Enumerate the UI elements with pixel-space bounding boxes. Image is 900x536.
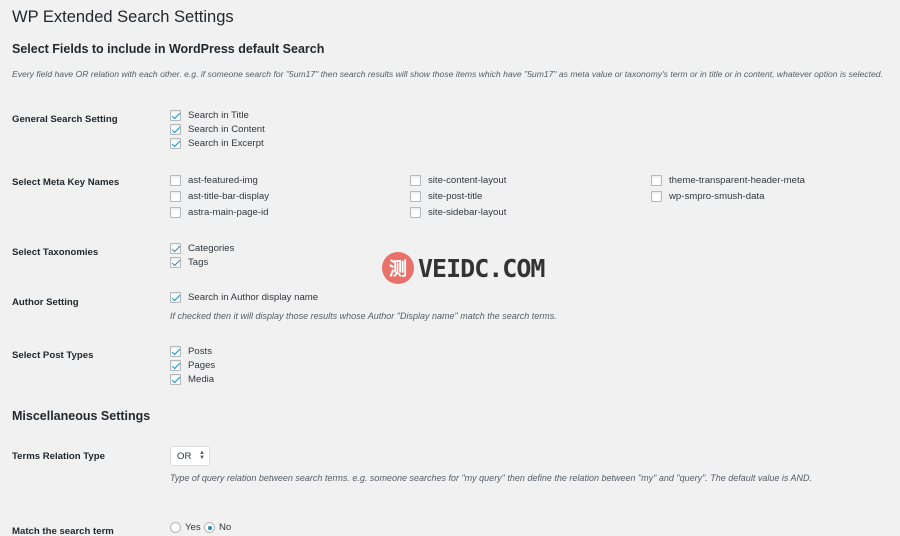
author-description: If checked then it will display those re…: [170, 311, 557, 321]
match-term-label: Match the search term: [12, 526, 114, 536]
terms-relation-label: Terms Relation Type: [12, 451, 105, 462]
checkbox-meta-site-post-title[interactable]: site-post-title: [410, 191, 482, 202]
radio-label: No: [219, 522, 232, 533]
checkbox-checked-icon[interactable]: [170, 138, 181, 149]
checkbox-meta-ast-featured-img[interactable]: ast-featured-img: [170, 175, 258, 186]
checkbox-label: site-post-title: [428, 191, 483, 202]
checkbox-label: Search in Content: [188, 124, 265, 135]
checkbox-label: Posts: [188, 346, 212, 357]
checkbox-checked-icon[interactable]: [170, 346, 181, 357]
checkbox-post-type-pages[interactable]: Pages: [170, 360, 215, 371]
section-title-misc: Miscellaneous Settings: [12, 409, 151, 423]
watermark-text: VEIDC.COM: [418, 253, 545, 283]
checkbox-checked-icon[interactable]: [170, 360, 181, 371]
checkbox-label: Tags: [188, 257, 209, 268]
checkbox-meta-ast-title-bar-display[interactable]: ast-title-bar-display: [170, 191, 269, 202]
checkbox-meta-wp-smpro-smush-data[interactable]: wp-smpro-smush-data: [651, 191, 764, 202]
terms-relation-select[interactable]: OR ▲ ▼: [170, 446, 210, 466]
checkbox-label: Categories: [188, 243, 235, 254]
checkbox-label: site-sidebar-layout: [428, 207, 507, 218]
checkbox-checked-icon[interactable]: [170, 257, 181, 268]
select-value: OR: [177, 450, 192, 462]
checkbox-unchecked-icon[interactable]: [651, 175, 662, 186]
checkbox-unchecked-icon[interactable]: [170, 207, 181, 218]
checkbox-meta-site-sidebar-layout[interactable]: site-sidebar-layout: [410, 207, 506, 218]
select-arrows-icon: ▲ ▼: [199, 450, 205, 461]
checkbox-label: wp-smpro-smush-data: [669, 191, 765, 202]
checkbox-meta-theme-transparent-header-meta[interactable]: theme-transparent-header-meta: [651, 175, 805, 186]
checkbox-taxonomy-categories[interactable]: Categories: [170, 243, 234, 254]
checkbox-unchecked-icon[interactable]: [651, 191, 662, 202]
checkbox-taxonomy-tags[interactable]: Tags: [170, 257, 208, 268]
checkbox-unchecked-icon[interactable]: [410, 191, 421, 202]
section-title-fields: Select Fields to include in WordPress de…: [12, 42, 325, 56]
settings-page: WP Extended Search Settings Select Field…: [0, 0, 900, 536]
radio-unselected-icon[interactable]: [170, 522, 181, 533]
checkbox-label: Search in Author display name: [188, 292, 319, 303]
checkbox-label: Media: [188, 374, 215, 385]
checkbox-unchecked-icon[interactable]: [410, 207, 421, 218]
checkbox-meta-site-content-layout[interactable]: site-content-layout: [410, 175, 506, 186]
page-title: WP Extended Search Settings: [12, 8, 234, 26]
checkbox-post-type-media[interactable]: Media: [170, 374, 214, 385]
checkbox-meta-astra-main-page-id[interactable]: astra-main-page-id: [170, 207, 269, 218]
checkbox-checked-icon[interactable]: [170, 243, 181, 254]
radio-match-no[interactable]: No: [204, 522, 231, 533]
checkbox-author-display-name[interactable]: Search in Author display name: [170, 292, 318, 303]
checkbox-label: Search in Excerpt: [188, 138, 264, 149]
general-search-label: General Search Setting: [12, 114, 118, 125]
author-setting-label: Author Setting: [12, 297, 79, 308]
checkbox-unchecked-icon[interactable]: [170, 191, 181, 202]
radio-label: Yes: [185, 522, 201, 533]
checkbox-label: Pages: [188, 360, 216, 371]
watermark-seal-icon: 测: [382, 252, 414, 284]
checkbox-label: astra-main-page-id: [188, 207, 269, 218]
checkbox-unchecked-icon[interactable]: [170, 175, 181, 186]
checkbox-label: theme-transparent-header-meta: [669, 175, 805, 186]
checkbox-label: ast-title-bar-display: [188, 191, 270, 202]
checkbox-checked-icon[interactable]: [170, 110, 181, 121]
checkbox-search-excerpt[interactable]: Search in Excerpt: [170, 138, 264, 149]
checkbox-label: ast-featured-img: [188, 175, 258, 186]
relation-note: Every field have OR relation with each o…: [12, 69, 883, 79]
checkbox-label: Search in Title: [188, 110, 249, 121]
meta-keys-label: Select Meta Key Names: [12, 177, 120, 188]
post-types-label: Select Post Types: [12, 350, 94, 361]
checkbox-checked-icon[interactable]: [170, 374, 181, 385]
checkbox-unchecked-icon[interactable]: [410, 175, 421, 186]
checkbox-label: site-content-layout: [428, 175, 507, 186]
radio-selected-icon[interactable]: [204, 522, 215, 533]
checkbox-search-content[interactable]: Search in Content: [170, 124, 265, 135]
radio-match-yes[interactable]: Yes: [170, 522, 201, 533]
taxonomies-label: Select Taxonomies: [12, 247, 99, 258]
checkbox-post-type-posts[interactable]: Posts: [170, 346, 212, 357]
checkbox-checked-icon[interactable]: [170, 124, 181, 135]
checkbox-search-title[interactable]: Search in Title: [170, 110, 249, 121]
site-watermark: 测 VEIDC.COM: [382, 252, 545, 284]
checkbox-checked-icon[interactable]: [170, 292, 181, 303]
terms-relation-description: Type of query relation between search te…: [170, 473, 813, 483]
